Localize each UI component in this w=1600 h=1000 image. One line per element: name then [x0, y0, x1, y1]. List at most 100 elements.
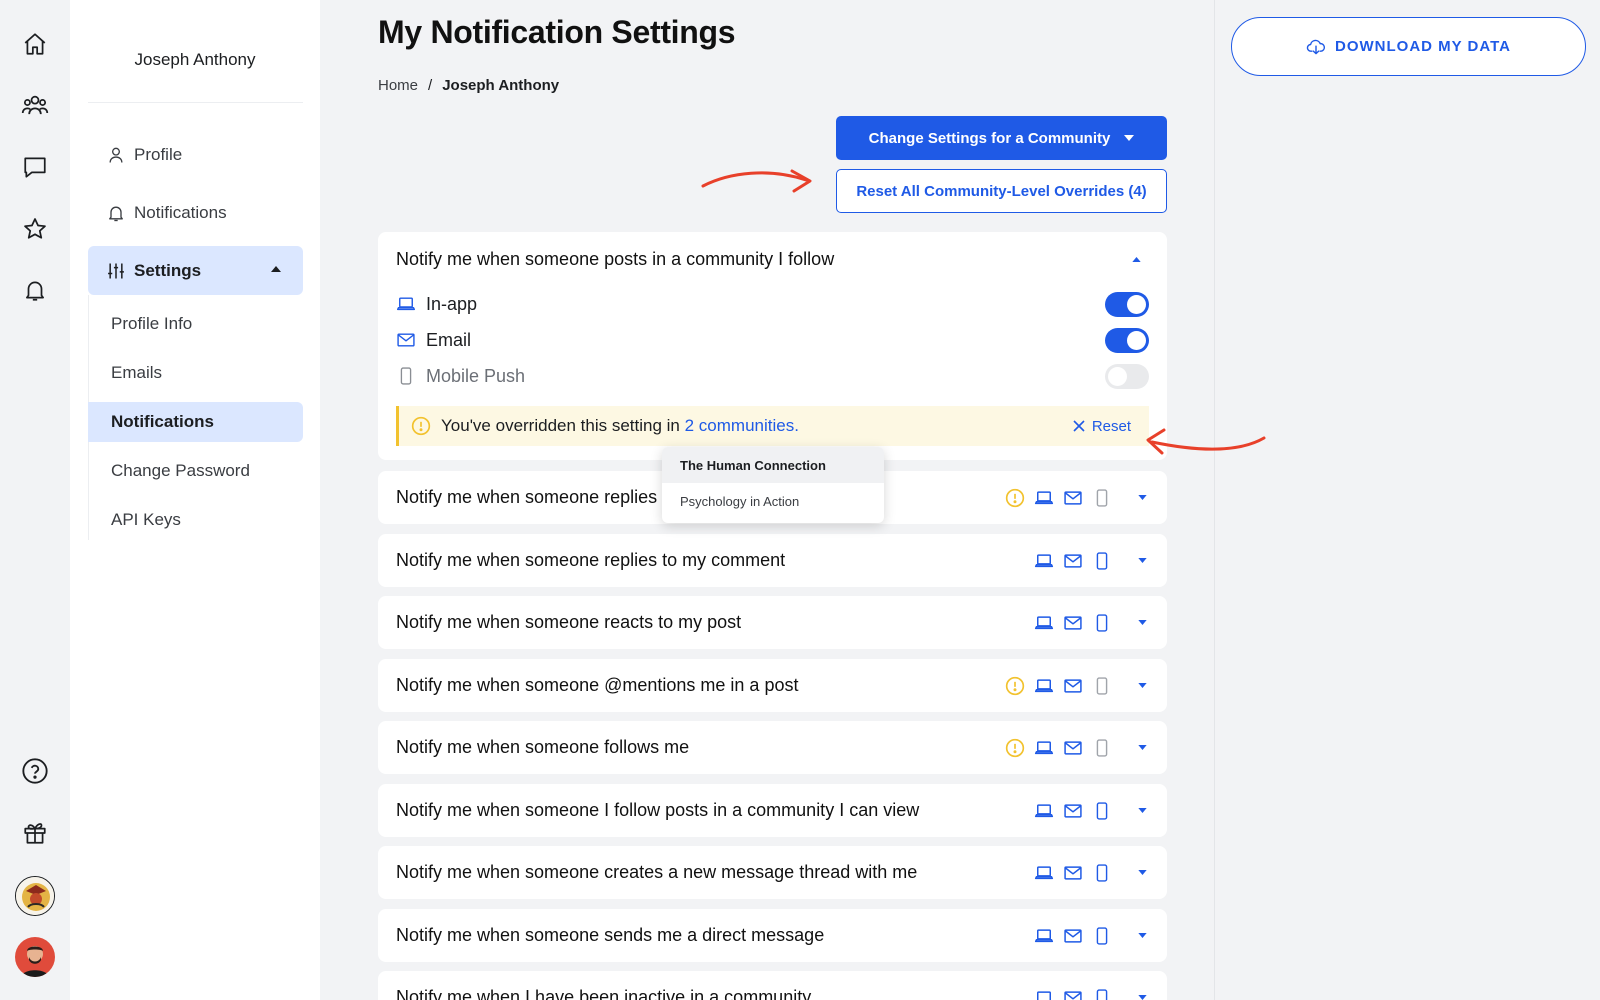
sidebar-sub-notifications[interactable]: Notifications — [88, 402, 303, 442]
reset-override-button[interactable]: Reset — [1073, 418, 1131, 435]
caret-down-icon[interactable] — [1135, 745, 1149, 750]
sidebar-item-profile[interactable]: Profile — [88, 132, 303, 178]
caret-down-icon[interactable] — [1135, 933, 1149, 938]
notification-title: Notify me when someone follows me — [396, 737, 690, 757]
cloud-download-icon — [1306, 39, 1326, 54]
channel-status-icons — [1026, 925, 1113, 947]
laptop-icon — [1033, 800, 1055, 822]
sidebar-sub-emails[interactable]: Emails — [88, 353, 303, 393]
notification-title: Notify me when I have been inactive in a… — [396, 987, 812, 1000]
caret-down-icon[interactable] — [1135, 808, 1149, 813]
override-communities-link[interactable]: 2 communities. — [685, 416, 799, 435]
channel-status-icons — [997, 487, 1113, 509]
notification-title: Notify me when someone creates a new mes… — [396, 862, 918, 882]
notification-title: Notify me when someone @mentions me in a… — [396, 675, 799, 695]
phone-icon — [1091, 800, 1113, 822]
sidebar-item-label: Settings — [134, 260, 202, 280]
change-settings-community-button[interactable]: Change Settings for a Community — [836, 116, 1167, 160]
phone-icon — [1091, 487, 1113, 509]
expanded-card-header[interactable]: Notify me when someone posts in a commun… — [378, 232, 1167, 286]
caret-down-icon[interactable] — [1135, 995, 1149, 1000]
notification-card: Notify me when someone I follow posts in… — [378, 784, 1167, 837]
settings-sidebar: Joseph Anthony Profile Notifications Set… — [70, 0, 320, 1000]
caret-up-icon — [1132, 256, 1141, 262]
sidebar-item-settings[interactable]: Settings — [88, 246, 303, 295]
phone-icon — [1091, 675, 1113, 697]
bell-icon[interactable] — [19, 274, 51, 306]
notification-title: Notify me when someone I follow posts in… — [396, 800, 920, 820]
mail-icon — [1062, 487, 1084, 509]
mail-icon — [397, 333, 415, 347]
community-avatar[interactable] — [15, 876, 55, 916]
home-icon[interactable] — [19, 28, 51, 60]
notification-row[interactable]: Notify me when someone I follow posts in… — [378, 784, 1167, 837]
notification-row[interactable]: Notify me when someone reacts to my post — [378, 596, 1167, 649]
phone-icon — [1091, 550, 1113, 572]
popover-item[interactable]: Psychology in Action — [662, 483, 884, 519]
sidebar-sub-api-keys[interactable]: API Keys — [88, 500, 303, 540]
messages-icon[interactable] — [19, 151, 51, 183]
icon-rail — [0, 0, 70, 1000]
notification-row[interactable]: Notify me when someone follows me — [378, 721, 1167, 774]
notification-card: Notify me when someone sends me a direct… — [378, 909, 1167, 962]
breadcrumb-home[interactable]: Home — [378, 77, 418, 94]
sidebar-sub-change-password[interactable]: Change Password — [88, 451, 303, 491]
notification-row[interactable]: Notify me when someone @mentions me in a… — [378, 659, 1167, 712]
star-icon[interactable] — [19, 213, 51, 245]
caret-down-icon[interactable] — [1135, 495, 1149, 500]
in-app-toggle[interactable] — [1105, 291, 1149, 317]
notification-row[interactable]: Notify me when I have been inactive in a… — [378, 971, 1167, 1000]
sidebar-sub-profile-info[interactable]: Profile Info — [88, 304, 303, 344]
help-icon[interactable] — [19, 755, 51, 787]
breadcrumb-current: Joseph Anthony — [442, 77, 560, 94]
laptop-icon — [1033, 925, 1055, 947]
override-notice: You've overridden this setting in 2 comm… — [396, 406, 1149, 446]
channel-status-icons — [1026, 550, 1113, 572]
mail-icon — [1062, 862, 1084, 884]
channel-in-app: In-app — [378, 286, 1167, 322]
gift-icon[interactable] — [19, 817, 51, 849]
annotation-arrow-icon — [701, 169, 812, 193]
notification-title: Notify me when someone replies to my com… — [396, 550, 786, 570]
breadcrumb: Home / Joseph Anthony — [378, 77, 559, 94]
mail-icon — [1062, 550, 1084, 572]
mobile-push-toggle[interactable] — [1105, 363, 1149, 389]
channel-label: Email — [426, 329, 472, 350]
caret-down-icon[interactable] — [1135, 558, 1149, 563]
notification-card: Notify me when someone reacts to my post — [378, 596, 1167, 649]
notification-title: Notify me when someone reacts to my post — [396, 612, 742, 632]
sidebar-item-label: Profile — [134, 145, 183, 164]
laptop-icon — [1033, 487, 1055, 509]
laptop-icon — [396, 297, 416, 311]
notification-card: Notify me when someone replies to my com… — [378, 534, 1167, 587]
override-text: You've overridden this setting in — [441, 416, 680, 435]
caret-down-icon[interactable] — [1135, 870, 1149, 875]
column-divider — [1214, 0, 1215, 1000]
channel-label: In-app — [426, 293, 478, 314]
channel-email: Email — [378, 322, 1167, 358]
warning-icon — [411, 416, 431, 436]
notification-row[interactable]: Notify me when someone sends me a direct… — [378, 909, 1167, 962]
warning-icon — [1004, 737, 1026, 759]
sidebar-divider — [88, 102, 303, 103]
phone-icon — [1091, 612, 1113, 634]
notification-card: Notify me when someone @mentions me in a… — [378, 659, 1167, 712]
warning-icon — [1004, 675, 1026, 697]
caret-down-icon[interactable] — [1135, 620, 1149, 625]
popover-item[interactable]: The Human Connection — [662, 447, 884, 483]
mail-icon — [1062, 737, 1084, 759]
channel-status-icons — [1026, 862, 1113, 884]
page-title: My Notification Settings — [378, 14, 736, 50]
notification-row[interactable]: Notify me when someone creates a new mes… — [378, 846, 1167, 899]
phone-icon — [1091, 925, 1113, 947]
sidebar-item-notifications[interactable]: Notifications — [88, 190, 303, 236]
reset-overrides-button[interactable]: Reset All Community-Level Overrides (4) — [836, 169, 1167, 213]
caret-down-icon[interactable] — [1135, 683, 1149, 688]
email-toggle[interactable] — [1105, 327, 1149, 353]
notification-row[interactable]: Notify me when someone replies to my com… — [378, 534, 1167, 587]
download-my-data-button[interactable]: DOWNLOAD MY DATA — [1231, 17, 1586, 76]
communities-icon[interactable] — [19, 90, 51, 122]
reset-label: Reset — [1091, 417, 1131, 435]
notification-card-expanded: Notify me when someone posts in a commun… — [378, 232, 1167, 460]
user-avatar[interactable] — [15, 937, 55, 977]
